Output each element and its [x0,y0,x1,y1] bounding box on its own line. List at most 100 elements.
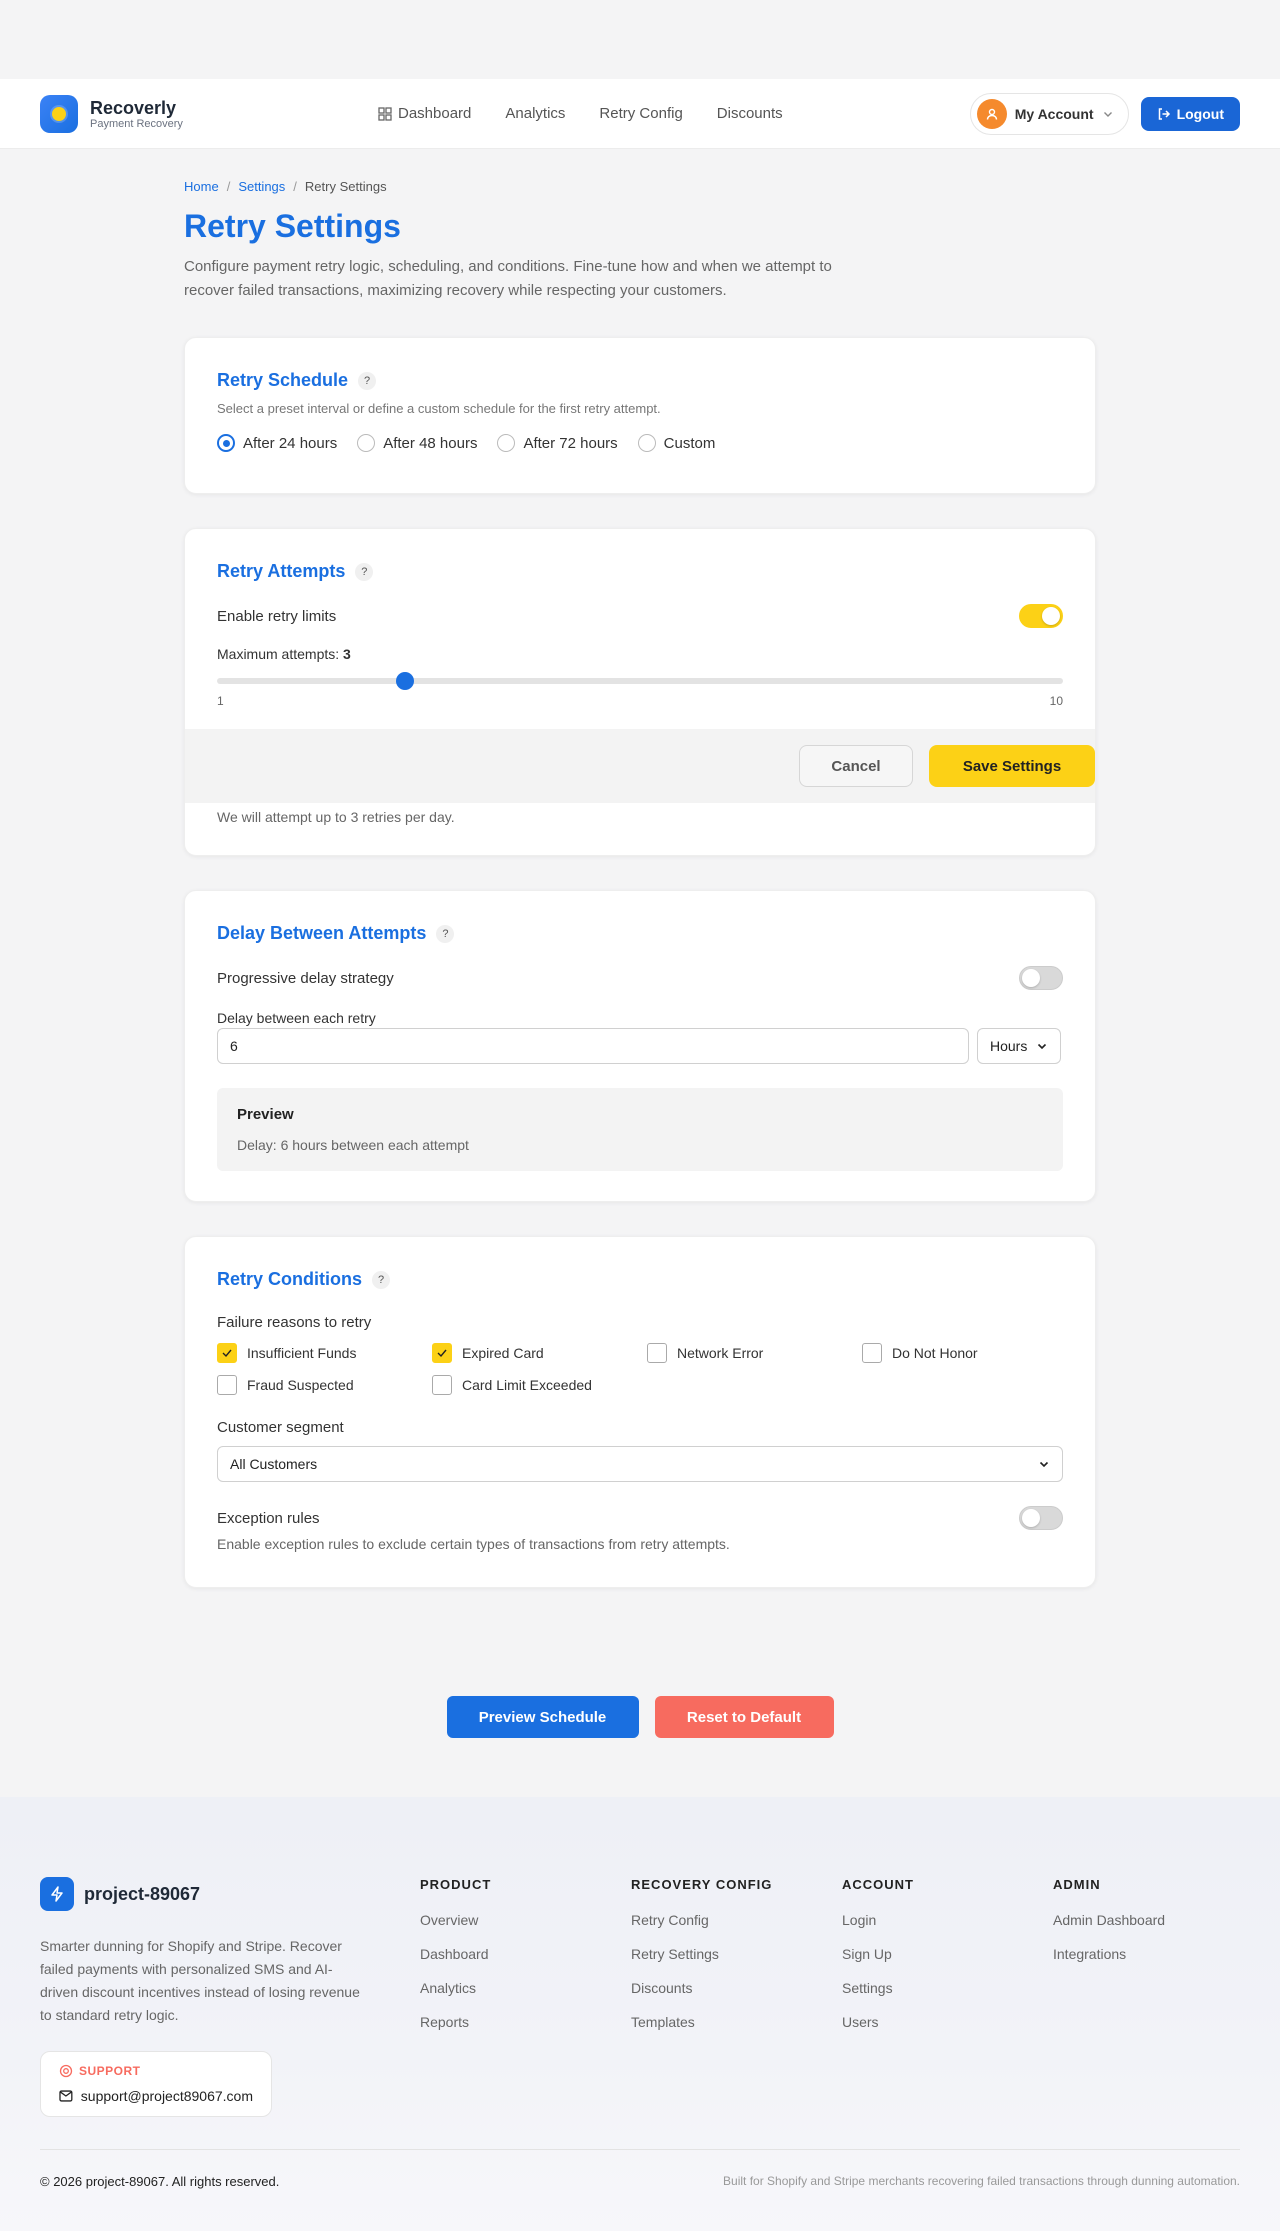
page-title: Retry Settings [184,208,401,244]
customer-segment-select[interactable]: All Customers [217,1446,1063,1482]
account-menu-button[interactable]: My Account [969,92,1129,135]
preview-schedule-button[interactable]: Preview Schedule [446,1696,639,1738]
retry-conditions-title: Retry Conditions? [217,1269,1063,1290]
retry-conditions-card: Retry Conditions? Failure reasons to ret… [184,1236,1096,1588]
checkbox-do-not-honor[interactable]: Do Not Honor [862,1343,1077,1363]
help-icon[interactable]: ? [355,562,374,581]
radio-unselected-icon [357,434,376,452]
enable-retry-limits-toggle[interactable] [1019,604,1063,628]
radio-custom[interactable]: Custom [637,434,716,452]
failure-reasons-group: Insufficient Funds Expired Card Network … [217,1343,1063,1395]
footer-link[interactable]: Login [842,1912,1053,1928]
radio-selected-icon [217,434,235,452]
site-footer: project-89067 Smarter dunning for Shopif… [0,1797,1280,2231]
exception-rules-desc: Enable exception rules to exclude certai… [217,1536,730,1552]
support-label: SUPPORT [79,2064,141,2078]
help-icon[interactable]: ? [372,1270,391,1289]
footer-brand-name: project-89067 [84,1883,201,1904]
checkbox-unchecked-icon [647,1343,667,1363]
nav-analytics[interactable]: Analytics [505,105,565,122]
checkbox-label: Card Limit Exceeded [462,1377,592,1393]
failure-reasons-label: Failure reasons to retry [217,1314,372,1331]
grid-icon [378,106,392,121]
retry-schedule-title-text: Retry Schedule [217,370,349,390]
footer-link[interactable]: Sign Up [842,1946,1053,1962]
main-content: Home / Settings / Retry Settings Retry Setti… [184,149,1096,1738]
breadcrumb: Home / Settings / Retry Settings [184,179,387,194]
footer-link[interactable]: Retry Config [631,1912,842,1928]
breadcrumb-current: Retry Settings [304,179,387,194]
retry-schedule-card: Retry Schedule? Select a preset interval… [184,337,1096,494]
max-attempts-slider[interactable] [217,672,1063,690]
delay-preview-box: Preview Delay: 6 hours between each atte… [217,1088,1063,1171]
nav-retry-config[interactable]: Retry Config [599,105,682,122]
footer-link[interactable]: Integrations [1053,1946,1264,1962]
delay-value-input[interactable]: 6 [217,1028,969,1064]
exception-rules-toggle[interactable] [1019,1506,1063,1530]
nav-dashboard[interactable]: Dashboard [378,105,471,122]
breadcrumb-settings[interactable]: Settings [238,179,285,194]
retry-schedule-title: Retry Schedule? [217,370,1063,391]
lifebuoy-icon [59,2064,73,2078]
checkbox-fraud-suspected[interactable]: Fraud Suspected [217,1375,432,1395]
brand[interactable]: Recoverly Payment Recovery [40,94,183,133]
radio-unselected-icon [637,434,656,452]
breadcrumb-home[interactable]: Home [184,179,219,194]
account-label: My Account [1014,105,1094,122]
radio-48h[interactable]: After 48 hours [357,434,477,452]
brand-logo-icon [40,94,78,133]
user-avatar-icon [976,98,1007,129]
chevron-down-icon [1039,1461,1049,1468]
checkbox-expired-card[interactable]: Expired Card [432,1343,647,1363]
customer-segment-value: All Customers [230,1456,318,1472]
footer-col-recovery-config: RECOVERY CONFIG Retry Config Retry Setti… [631,1877,842,2030]
logout-icon [1158,107,1170,120]
slider-thumb[interactable] [395,672,414,690]
footer-link[interactable]: Discounts [631,1980,842,1996]
help-icon[interactable]: ? [436,924,455,943]
help-icon[interactable]: ? [358,371,377,390]
nav-discounts[interactable]: Discounts [717,105,783,122]
footer-col-admin: ADMIN Admin Dashboard Integrations [1053,1877,1264,2030]
checkbox-label: Insufficient Funds [247,1345,357,1361]
max-attempts-value: 3 [343,646,351,662]
bolt-icon [40,1877,74,1911]
radio-72h[interactable]: After 72 hours [497,434,618,452]
checkbox-card-limit-exceeded[interactable]: Card Limit Exceeded [432,1375,647,1395]
logout-button[interactable]: Logout [1140,96,1240,131]
footer-link[interactable]: Analytics [420,1980,631,1996]
radio-48h-label: After 48 hours [383,434,478,452]
page-intro: Configure payment retry logic, schedulin… [184,258,832,299]
checkbox-checked-icon [217,1343,237,1363]
footer-link[interactable]: Overview [420,1912,631,1928]
save-settings-button[interactable]: Save Settings [929,745,1095,787]
footer-link[interactable]: Users [842,2014,1053,2030]
footer-link[interactable]: Reports [420,2014,631,2030]
checkbox-insufficient-funds[interactable]: Insufficient Funds [217,1343,432,1363]
progressive-delay-label: Progressive delay strategy [217,969,394,987]
radio-72h-label: After 72 hours [523,434,618,452]
enable-retry-limits-label: Enable retry limits [217,607,337,625]
checkbox-network-error[interactable]: Network Error [647,1343,862,1363]
settings-action-bar: Cancel Save Settings [185,729,1095,803]
footer-col-product: PRODUCT Overview Dashboard Analytics Rep… [420,1877,631,2030]
footer-link[interactable]: Retry Settings [631,1946,842,1962]
footer-link[interactable]: Admin Dashboard [1053,1912,1264,1928]
footer-description: Smarter dunning for Shopify and Stripe. … [40,1938,360,2023]
brand-subtitle: Payment Recovery [90,117,183,130]
cancel-button[interactable]: Cancel [799,745,913,787]
reset-default-button[interactable]: Reset to Default [654,1696,834,1738]
footer-link[interactable]: Dashboard [420,1946,631,1962]
attempts-note: We will attempt up to 3 retries per day. [217,809,455,825]
radio-custom-label: Custom [663,434,716,452]
delay-unit-select[interactable]: Hours [977,1028,1061,1064]
progressive-delay-toggle[interactable] [1019,966,1063,990]
footer-col-account: ACCOUNT Login Sign Up Settings Users [842,1877,1053,2030]
slider-min-label: 1 [217,694,224,708]
radio-24h[interactable]: After 24 hours [217,434,337,452]
footer-link[interactable]: Settings [842,1980,1053,1996]
footer-link[interactable]: Templates [631,2014,842,2030]
footer-col-title: ACCOUNT [842,1877,914,1892]
support-email-link[interactable]: support@project89067.com [81,2088,253,2104]
main-nav: Dashboard Analytics Retry Config Discoun… [378,105,783,122]
